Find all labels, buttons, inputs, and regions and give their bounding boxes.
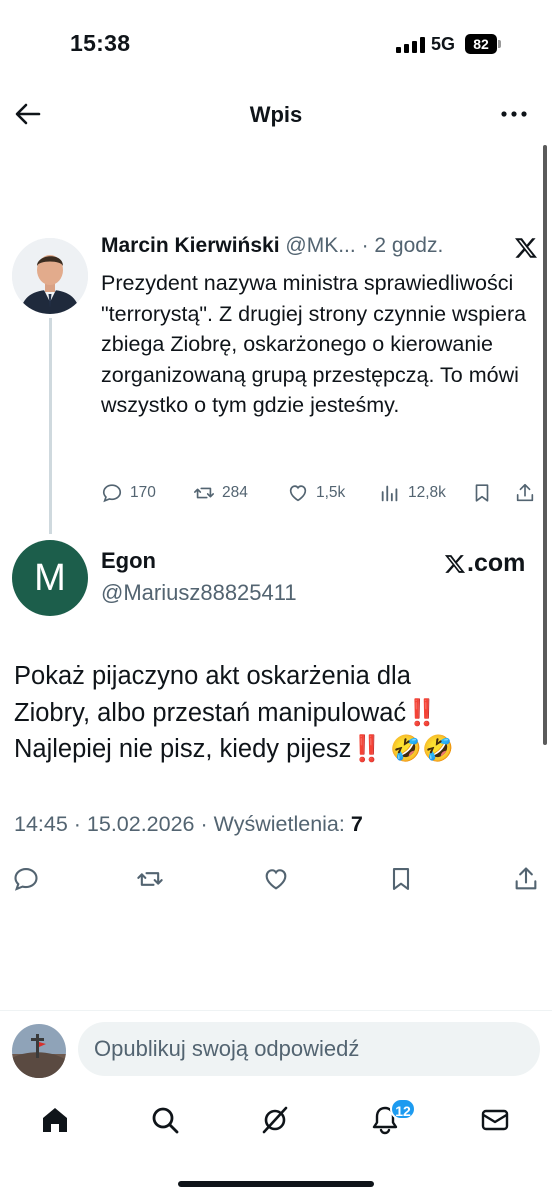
share-icon bbox=[516, 483, 534, 502]
home-indicator bbox=[178, 1181, 374, 1187]
grok-icon[interactable] bbox=[259, 1104, 291, 1136]
signal-icon bbox=[396, 37, 426, 53]
parent-author-name[interactable]: Marcin Kierwiński bbox=[101, 234, 280, 257]
heart-icon[interactable] bbox=[262, 865, 290, 893]
status-bar: 15:38 5G 82 bbox=[0, 0, 552, 90]
parent-tweet-time: 2 godz. bbox=[374, 234, 444, 257]
page-title: Wpis bbox=[249, 102, 303, 127]
share-icon[interactable] bbox=[512, 865, 540, 893]
tweet-views-count[interactable]: 7 bbox=[351, 812, 363, 836]
parent-reply-button[interactable]: 170 bbox=[101, 478, 156, 508]
views-chart-icon bbox=[381, 485, 398, 502]
reply-icon[interactable] bbox=[12, 865, 40, 893]
network-label: 5G bbox=[431, 34, 456, 54]
status-time: 15:38 bbox=[70, 30, 131, 56]
repost-icon bbox=[194, 487, 214, 499]
time-separator: · bbox=[361, 234, 369, 257]
parent-author-handle[interactable]: @MK... bbox=[285, 234, 355, 257]
parent-author-avatar[interactable] bbox=[12, 238, 88, 314]
reply-input[interactable]: Opublikuj swoją odpowiedź bbox=[78, 1022, 540, 1076]
main-tweet-line: Najlepiej nie pisz, kiedy pijesz‼️ 🤣🤣 bbox=[14, 735, 454, 763]
divider bbox=[0, 1010, 552, 1011]
parent-repost-button[interactable]: 284 bbox=[193, 478, 248, 508]
main-tweet-text: Pokaż pijaczyno akt oskarżenia dla Ziobr… bbox=[14, 658, 534, 768]
more-options-icon[interactable] bbox=[500, 100, 528, 128]
xcom-label: .com bbox=[467, 549, 526, 577]
double-exclamation: ‼️ bbox=[406, 698, 438, 727]
repost-icon[interactable] bbox=[136, 865, 164, 893]
parent-tweet-actions: 170 284 1,5k 12,8k bbox=[101, 478, 546, 508]
bookmark-icon bbox=[475, 484, 489, 502]
parent-share-button[interactable] bbox=[514, 478, 543, 508]
battery-icon: 82 bbox=[465, 34, 501, 54]
x-logo-icon bbox=[444, 554, 466, 573]
laughing-emoji: 🤣🤣 bbox=[390, 735, 454, 763]
heart-icon bbox=[289, 485, 307, 502]
top-header: Wpis bbox=[0, 90, 552, 142]
bottom-tab-bar bbox=[0, 1092, 552, 1148]
battery-level: 82 bbox=[465, 34, 497, 54]
scrollbar[interactable] bbox=[543, 145, 547, 745]
parent-bookmark-button[interactable] bbox=[471, 478, 500, 508]
parent-views-button[interactable]: 12,8k bbox=[379, 478, 446, 508]
bookmark-icon[interactable] bbox=[387, 865, 415, 893]
parent-like-button[interactable]: 1,5k bbox=[287, 478, 345, 508]
notifications-badge: 12 bbox=[390, 1098, 416, 1120]
main-author-avatar[interactable]: M bbox=[12, 540, 88, 616]
double-exclamation: ‼️ bbox=[351, 735, 384, 763]
xcom-watermark: .com bbox=[444, 549, 525, 578]
parent-repost-count: 284 bbox=[222, 484, 248, 501]
parent-views-count: 12,8k bbox=[408, 484, 446, 501]
thread-line bbox=[49, 318, 52, 534]
my-avatar[interactable] bbox=[12, 1024, 66, 1078]
main-author-name[interactable]: Egon bbox=[101, 548, 156, 574]
parent-reply-count: 170 bbox=[130, 484, 156, 501]
home-icon[interactable] bbox=[39, 1104, 71, 1136]
search-icon[interactable] bbox=[149, 1104, 181, 1136]
messages-icon[interactable] bbox=[479, 1104, 511, 1136]
x-logo-icon bbox=[515, 238, 537, 258]
tweet-meta: 14:45 · 15.02.2026 · Wyświetlenia: 7 bbox=[14, 812, 363, 837]
main-tweet-line: Pokaż pijaczyno akt oskarżenia dla bbox=[14, 662, 411, 690]
main-tweet-actions bbox=[0, 862, 552, 898]
parent-tweet-header: Marcin Kierwiński @MK... · 2 godz. bbox=[101, 234, 541, 266]
parent-like-count: 1,5k bbox=[316, 484, 346, 501]
reply-icon bbox=[102, 484, 122, 503]
parent-tweet-text: Prezydent nazywa ministra sprawiedliwośc… bbox=[101, 271, 527, 418]
main-author-handle[interactable]: @Mariusz88825411 bbox=[101, 580, 297, 606]
tweet-timestamp: 14:45 · 15.02.2026 · Wyświetlenia: bbox=[14, 812, 351, 836]
main-tweet-line: Ziobry, albo przestań manipulować‼️ bbox=[14, 698, 438, 727]
